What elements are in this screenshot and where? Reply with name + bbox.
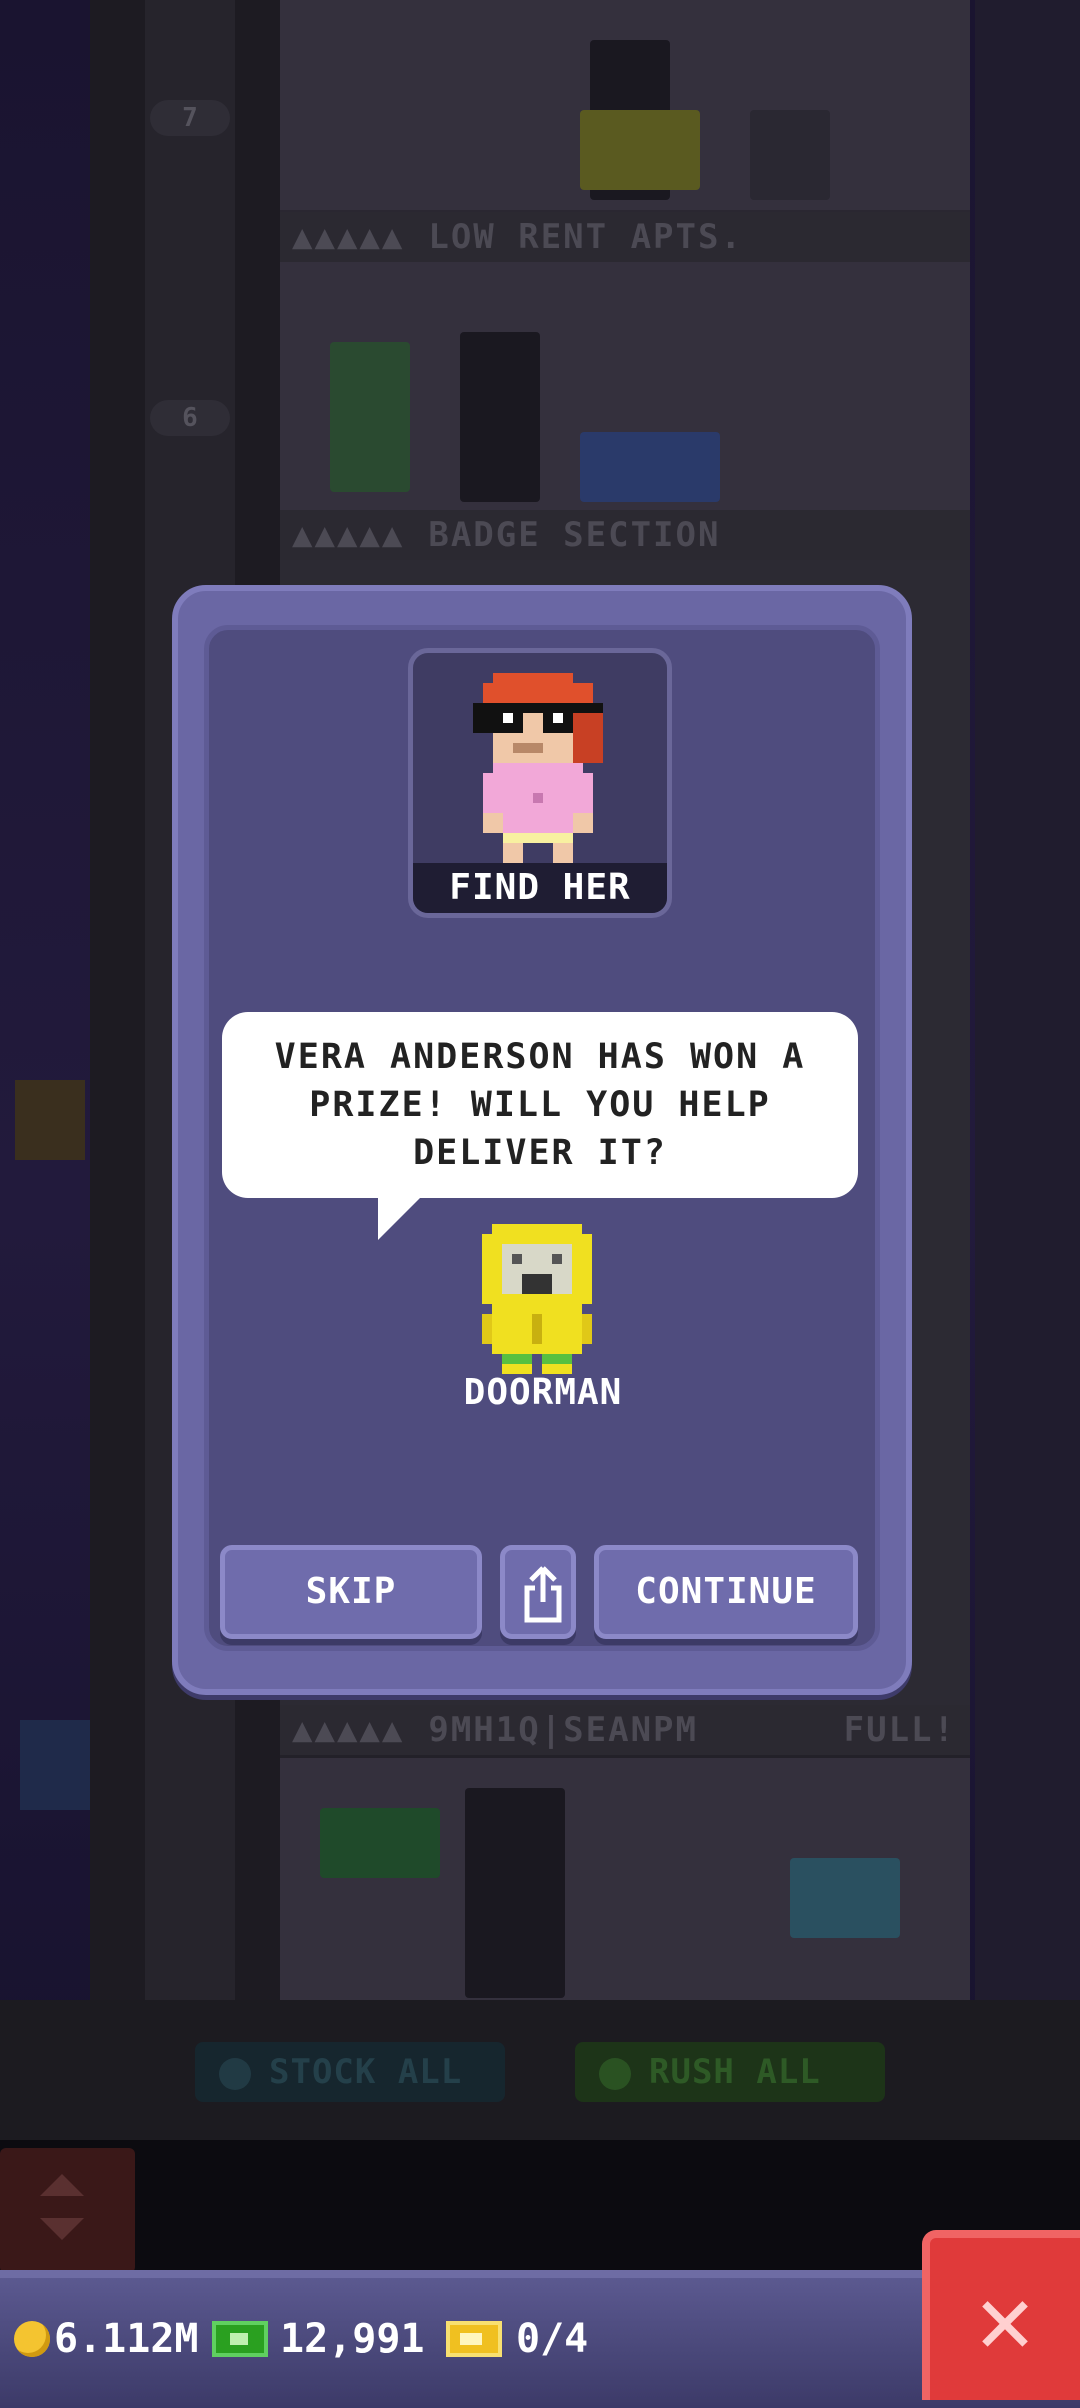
status-bar: 6.112M 12,991 0/4 xyxy=(0,2270,1080,2408)
bitizen-portrait[interactable]: FIND HER xyxy=(408,648,672,918)
stock-all-button[interactable]: STOCK ALL xyxy=(195,2042,505,2102)
bux-stat: 12,991 xyxy=(212,2278,425,2400)
right-building-edge xyxy=(975,0,1080,2000)
tickets-stat: 0/4 xyxy=(446,2278,588,2400)
side-building-window xyxy=(20,1720,90,1810)
speaker-name: DOORMAN xyxy=(463,1372,623,1413)
bux-small-icon xyxy=(599,2057,631,2090)
vera-anderson-avatar xyxy=(473,673,603,873)
side-building-sign xyxy=(15,1080,85,1160)
close-icon: ✕ xyxy=(976,2263,1034,2375)
clock-icon xyxy=(219,2057,251,2090)
ticket-icon xyxy=(446,2321,502,2357)
floor-number-6: 6 xyxy=(150,400,230,436)
floor-sign-low-rent: ▲▲▲▲▲ LOW RENT APTS. xyxy=(280,212,970,262)
speech-bubble-tail xyxy=(378,1192,426,1240)
floor-number-7: 7 xyxy=(150,100,230,136)
coins-value: 6.112M xyxy=(54,2316,199,2362)
doorman-avatar xyxy=(482,1224,592,1374)
skip-button[interactable]: SKIP xyxy=(220,1545,482,1639)
speech-bubble: VERA ANDERSON HAS WON A PRIZE! WILL YOU … xyxy=(222,1012,858,1198)
mission-text: VERA ANDERSON HAS WON A PRIZE! WILL YOU … xyxy=(274,1037,806,1173)
elevator-floor-strip xyxy=(0,2140,1080,2270)
action-bar: STOCK ALL RUSH ALL xyxy=(0,2000,1080,2140)
floor-sign-player: ▲▲▲▲▲ 9MH1Q|SEANPM FULL! xyxy=(280,1705,970,1755)
tickets-value: 0/4 xyxy=(516,2316,589,2362)
coin-icon xyxy=(14,2321,50,2357)
share-button[interactable] xyxy=(500,1545,576,1639)
find-her-label: FIND HER xyxy=(413,863,667,913)
floor-low-rent-apts[interactable] xyxy=(280,0,970,218)
elevator-arrows-icon[interactable] xyxy=(0,2148,135,2273)
coins-stat: 6.112M xyxy=(14,2278,199,2400)
continue-button[interactable]: CONTINUE xyxy=(594,1545,858,1639)
floor-sign-badge-section: ▲▲▲▲▲ BADGE SECTION xyxy=(280,510,970,560)
bux-icon xyxy=(212,2321,268,2357)
floor-badge-section[interactable] xyxy=(280,262,970,518)
close-button[interactable]: ✕ xyxy=(922,2230,1080,2400)
floor-lobby[interactable] xyxy=(280,1758,970,2008)
share-icon xyxy=(524,1566,562,1623)
rush-all-button[interactable]: RUSH ALL xyxy=(575,2042,885,2102)
bux-value: 12,991 xyxy=(280,2316,425,2362)
